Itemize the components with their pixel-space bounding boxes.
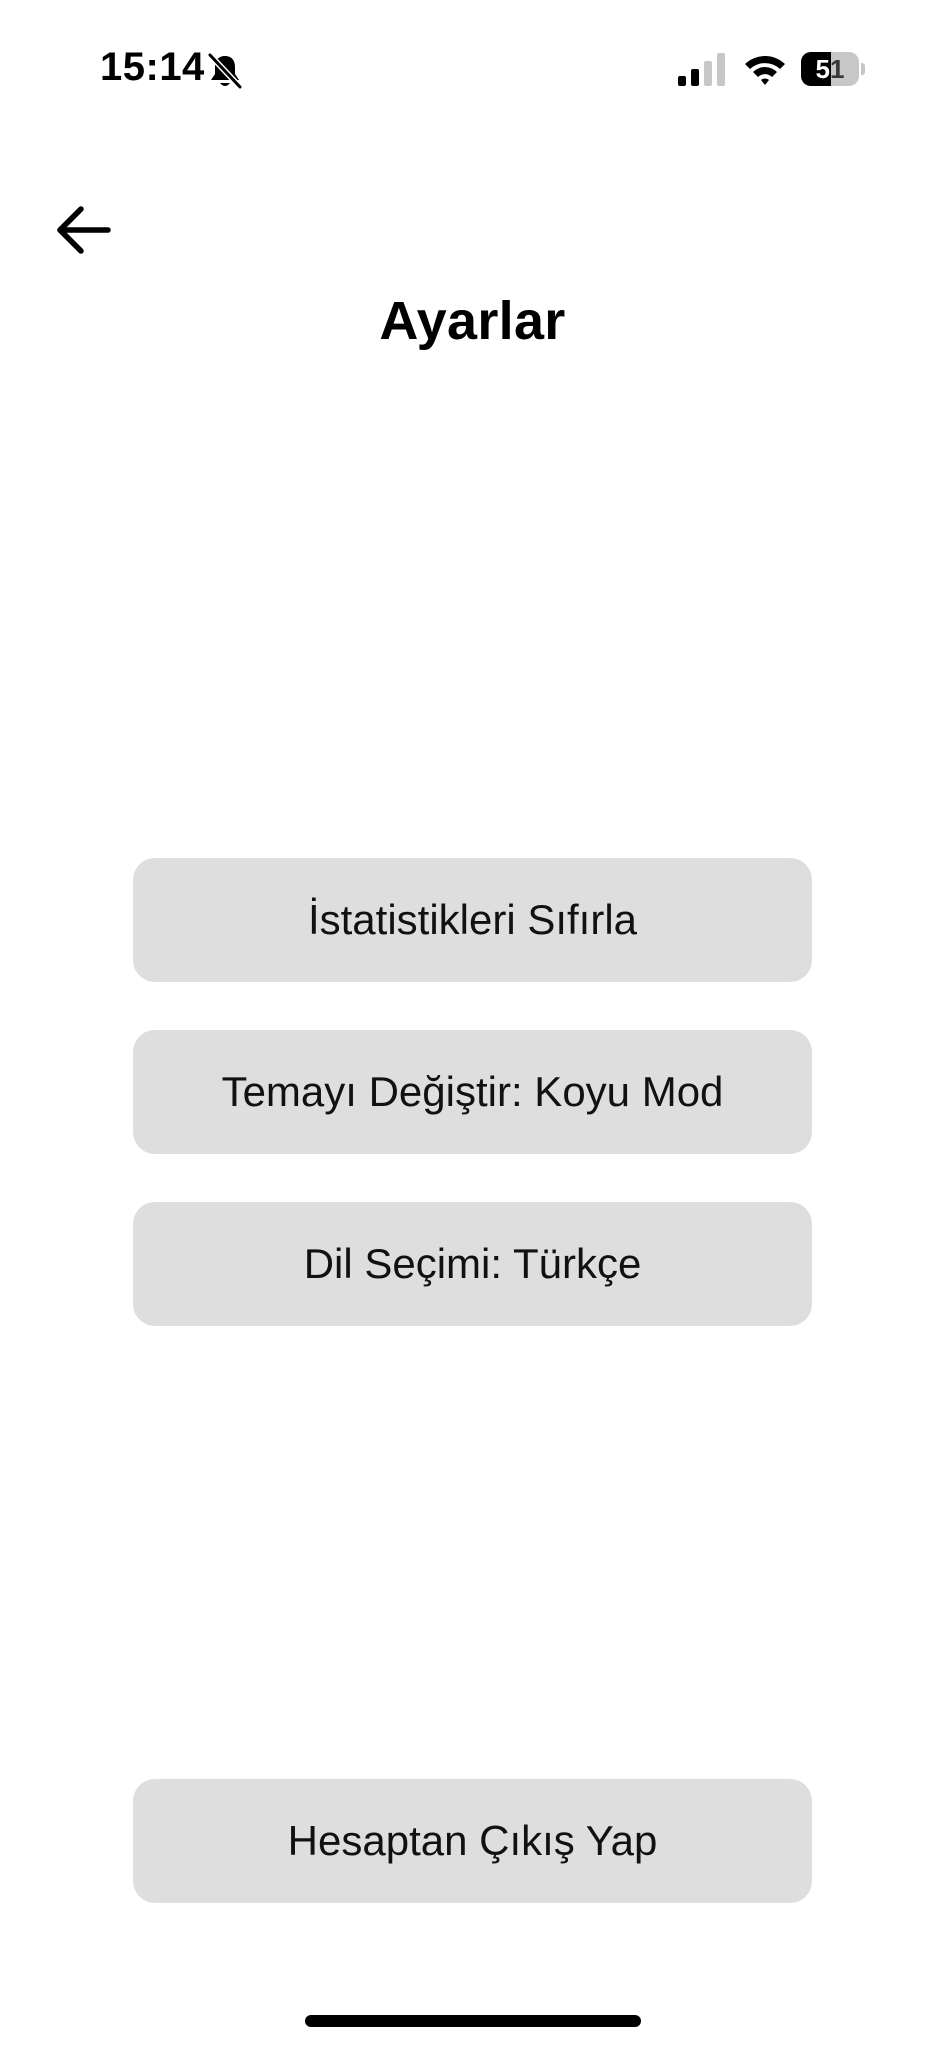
status-bar: 15:14 51 (0, 0, 945, 140)
logout-label: Hesaptan Çıkış Yap (287, 1817, 658, 1864)
page-title: Ayarlar (379, 291, 566, 351)
battery-percentage: 51 (815, 54, 845, 84)
reset-statistics-label: İstatistikleri Sıfırla (307, 896, 638, 943)
status-time: 15:14 (100, 45, 205, 89)
change-theme-label: Temayı Değiştir: Koyu Mod (221, 1068, 724, 1115)
back-button[interactable] (48, 195, 118, 265)
language-selection-label: Dil Seçimi: Türkçe (303, 1240, 642, 1287)
cellular-signal-icon (678, 53, 725, 86)
bell-slash-icon (207, 52, 243, 90)
battery-icon: 51 (801, 52, 865, 86)
logout-button[interactable]: Hesaptan Çıkış Yap (133, 1779, 812, 1903)
reset-statistics-button[interactable]: İstatistikleri Sıfırla (133, 858, 812, 982)
change-theme-button[interactable]: Temayı Değiştir: Koyu Mod (133, 1030, 812, 1154)
home-indicator[interactable] (305, 2015, 641, 2027)
language-selection-button[interactable]: Dil Seçimi: Türkçe (133, 1202, 812, 1326)
arrow-left-icon (57, 206, 111, 254)
wifi-icon (745, 56, 785, 85)
